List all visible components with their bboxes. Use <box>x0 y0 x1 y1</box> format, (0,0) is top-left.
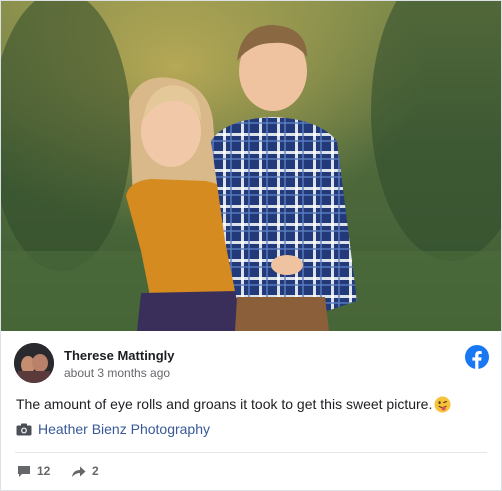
author-name[interactable]: Therese Mattingly <box>64 348 175 363</box>
facebook-icon[interactable] <box>465 345 489 369</box>
comment-count[interactable]: 12 <box>17 464 50 478</box>
post-text-content: The amount of eye rolls and groans it to… <box>16 396 433 412</box>
share-icon <box>71 465 86 478</box>
comment-count-value: 12 <box>37 464 51 478</box>
photo-credit-link[interactable]: Heather Bienz Photography <box>16 421 210 437</box>
photo-credit-label: Heather Bienz Photography <box>38 421 210 437</box>
share-count-value: 2 <box>92 464 99 478</box>
post-text: The amount of eye rolls and groans it to… <box>16 396 491 413</box>
comment-icon <box>17 465 31 478</box>
post-timestamp[interactable]: about 3 months ago <box>64 366 170 380</box>
post-photo[interactable] <box>1 1 501 331</box>
divider <box>15 452 487 453</box>
camera-icon <box>16 423 32 436</box>
post-header: Therese Mattingly about 3 months ago <box>14 343 489 387</box>
author-avatar[interactable] <box>14 343 54 383</box>
social-post-card: Therese Mattingly about 3 months ago The… <box>0 0 502 491</box>
winking-face-with-tongue-icon <box>434 396 451 413</box>
share-count[interactable]: 2 <box>71 464 99 478</box>
